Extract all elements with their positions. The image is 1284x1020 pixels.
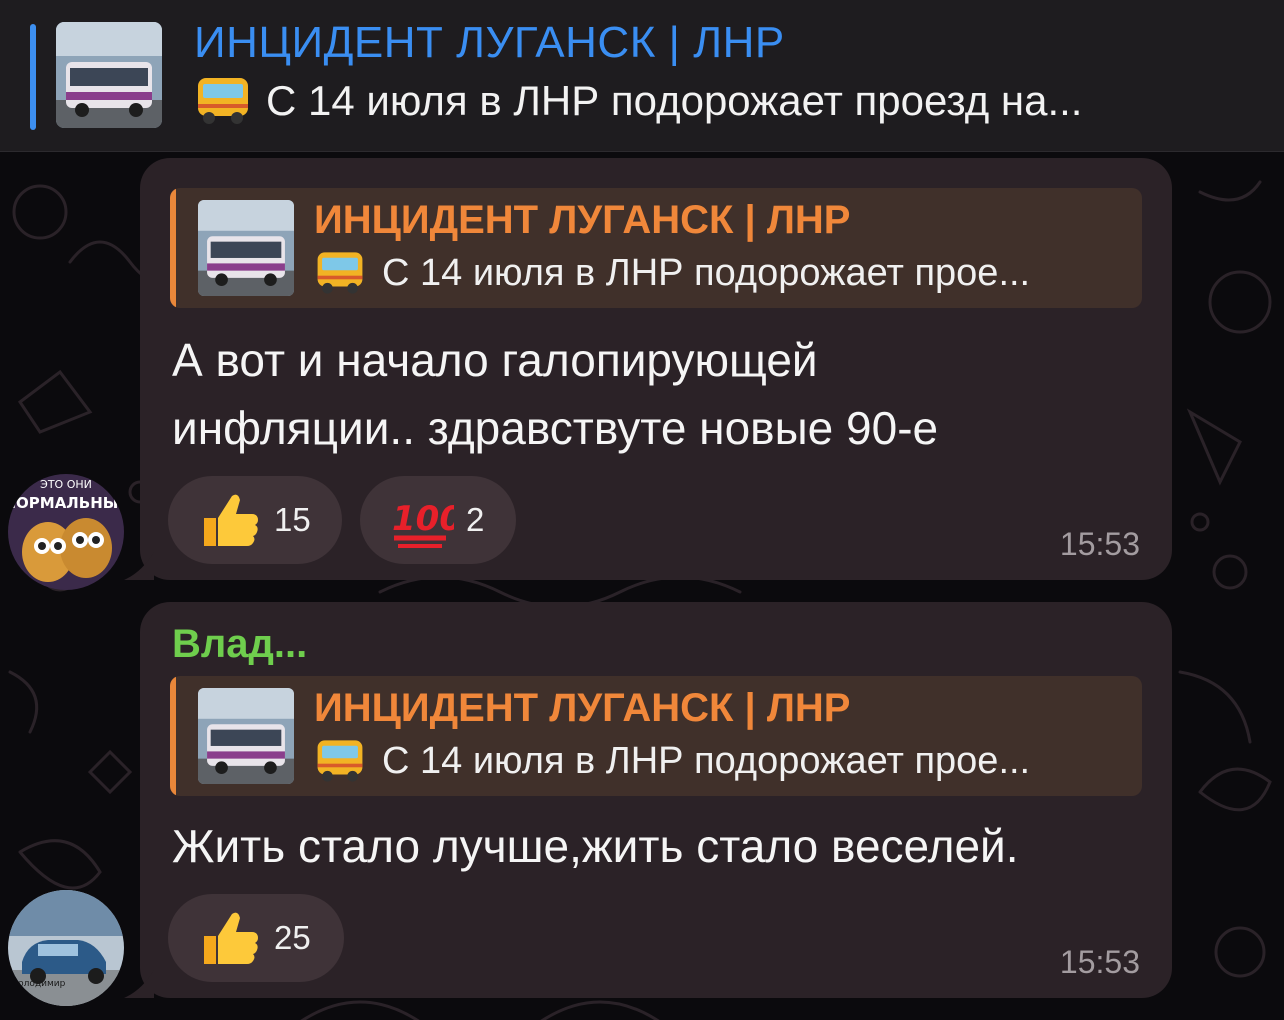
hundred-points-icon: 100 bbox=[392, 499, 454, 548]
message-time: 15:53 bbox=[1059, 526, 1140, 562]
avatar-caption: НОРМАЛЬНЫЕ bbox=[8, 494, 124, 512]
reply-quote[interactable]: ИНЦИДЕНТ ЛУГАНСК | ЛНР С 14 июля в ЛНР п… bbox=[170, 188, 1142, 308]
chat-screen: ИНЦИДЕНТ ЛУГАНСК | ЛНР С 14 июля в ЛНР п… bbox=[0, 0, 1284, 1020]
sender-avatar[interactable]: ЭТО ОНИ НОРМАЛЬНЫЕ bbox=[8, 474, 124, 590]
svg-text:100: 100 bbox=[392, 499, 454, 539]
reply-quote[interactable]: ИНЦИДЕНТ ЛУГАНСК | ЛНР С 14 июля в ЛНР п… bbox=[170, 676, 1142, 796]
bubble-tail bbox=[124, 970, 154, 998]
message-bubble[interactable]: Влад... ИНЦИДЕНТ ЛУГАНСК | ЛНР С 14 июля… bbox=[124, 602, 1172, 998]
message-time: 15:53 bbox=[1059, 944, 1140, 980]
message-bubble[interactable]: ИНЦИДЕНТ ЛУГАНСК | ЛНР С 14 июля в ЛНР п… bbox=[124, 158, 1172, 580]
thumbs-up-icon bbox=[204, 494, 258, 546]
pinned-channel-name: ИНЦИДЕНТ ЛУГАНСК | ЛНР bbox=[194, 18, 785, 67]
reply-accent-bar bbox=[170, 676, 176, 796]
reply-preview: С 14 июля в ЛНР подорожает прое... bbox=[314, 250, 1030, 296]
pinned-message-bar[interactable]: ИНЦИДЕНТ ЛУГАНСК | ЛНР С 14 июля в ЛНР п… bbox=[0, 0, 1284, 152]
reply-preview-text: С 14 июля в ЛНР подорожает прое... bbox=[382, 739, 1031, 782]
reply-channel-name: ИНЦИДЕНТ ЛУГАНСК | ЛНР bbox=[314, 686, 851, 730]
reaction-count: 15 bbox=[274, 501, 311, 538]
sender-avatar[interactable]: Володимир bbox=[8, 890, 124, 1006]
bus-emoji-icon bbox=[317, 740, 363, 782]
bus-photo-thumbnail bbox=[56, 22, 162, 128]
reaction-count: 25 bbox=[274, 919, 311, 956]
reply-channel-name: ИНЦИДЕНТ ЛУГАНСК | ЛНР bbox=[314, 198, 851, 242]
message-text: Жить стало лучше,жить стало веселей. bbox=[172, 812, 1019, 880]
reaction-thumbs-up[interactable]: 25 bbox=[168, 894, 344, 982]
reaction-thumbs-up[interactable]: 15 bbox=[168, 476, 342, 564]
reply-accent-bar bbox=[170, 188, 176, 308]
reaction-hundred[interactable]: 100 2 bbox=[360, 476, 516, 564]
message-text-line: инфляции.. здравствуте новые 90-е bbox=[172, 402, 939, 454]
reply-preview: С 14 июля в ЛНР подорожает прое... bbox=[314, 738, 1030, 784]
message-text-line: Жить стало лучше,жить стало веселей. bbox=[172, 820, 1019, 872]
pinned-preview: С 14 июля в ЛНР подорожает проезд на... bbox=[194, 76, 1082, 126]
sender-name[interactable]: Влад... bbox=[172, 622, 307, 667]
message-text: А вот и начало галопирующей инфляции.. з… bbox=[172, 326, 938, 462]
bubble-tail bbox=[124, 552, 154, 580]
thumbs-up-icon bbox=[204, 912, 258, 964]
bus-emoji-icon bbox=[317, 252, 363, 294]
avatar-caption-top: ЭТО ОНИ bbox=[40, 478, 92, 491]
message-text-line: А вот и начало галопирующей bbox=[172, 334, 818, 386]
bus-emoji-icon bbox=[198, 78, 248, 124]
pinned-preview-text: С 14 июля в ЛНР подорожает проезд на... bbox=[266, 77, 1083, 124]
bus-photo-thumbnail bbox=[198, 200, 294, 296]
pinned-accent-bar bbox=[30, 24, 36, 130]
reaction-count: 2 bbox=[466, 501, 485, 538]
bus-photo-thumbnail bbox=[198, 688, 294, 784]
reply-preview-text: С 14 июля в ЛНР подорожает прое... bbox=[382, 251, 1031, 294]
